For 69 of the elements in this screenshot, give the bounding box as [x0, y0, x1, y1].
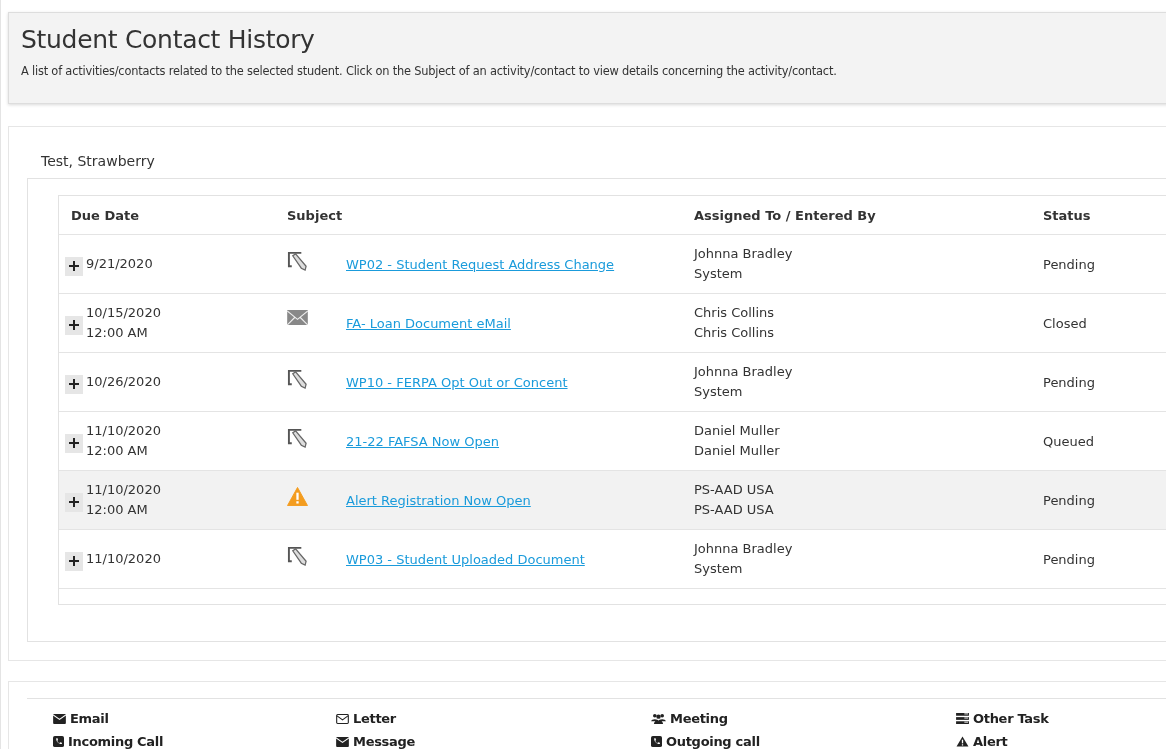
envelope-icon [53, 713, 66, 724]
due-time: 12:00 AM [86, 324, 149, 342]
assigned-to: Daniel Muller [694, 422, 781, 440]
status-text: Pending [1043, 492, 1095, 508]
due-time: 12:00 AM [86, 442, 149, 460]
plus-icon [68, 260, 80, 272]
entered-by: System [694, 560, 744, 578]
legend-label: Incoming Call [68, 734, 164, 749]
entered-by: System [694, 383, 744, 401]
expand-button[interactable] [65, 551, 83, 571]
expand-button[interactable] [65, 374, 83, 394]
expand-button[interactable] [65, 433, 83, 453]
due-date: 10/15/2020 [86, 304, 161, 322]
legend-label: Other Task [973, 711, 1049, 726]
plus-icon [68, 496, 80, 508]
expand-button[interactable] [65, 492, 83, 512]
legend-label: Alert [973, 734, 1008, 749]
list-icon [956, 713, 969, 724]
status-text: Closed [1043, 315, 1087, 331]
plus-icon [68, 378, 80, 390]
page-title: Student Contact History [21, 25, 316, 54]
table-row[interactable]: 10/26/2020 WP10 - FERPA Opt Out or Concent Johnna Bradley System Pending [59, 353, 1166, 412]
status-text: Pending [1043, 374, 1095, 390]
due-time: 12:00 AM [86, 501, 149, 519]
due-date: 11/10/2020 [86, 481, 161, 499]
table-row[interactable]: 9/21/2020 WP02 - Student Request Address Change Johnna Bradley System Pending [59, 235, 1166, 294]
status-text: Pending [1043, 551, 1095, 567]
table-row[interactable]: 11/10/2020 12:00 AM Alert Registration Now Open PS-AAD USA PS-AAD USA Pending [59, 471, 1166, 530]
plus-icon [68, 437, 80, 449]
due-date: 11/10/2020 [86, 550, 161, 568]
pencil-icon [287, 427, 308, 449]
page-description: A list of activities/contacts related to the selected student. Click on the Subject of an activity/contact to view details concerning the activity/contact. [21, 64, 838, 78]
status-text: Pending [1043, 256, 1095, 272]
due-date: 9/21/2020 [86, 255, 153, 273]
table-row[interactable]: 10/15/2020 12:00 AM FA- Loan Document eMail Chris Collins Chris Collins Closed [59, 294, 1166, 353]
column-header: Status [1043, 207, 1091, 223]
plus-icon [68, 319, 80, 331]
envelope-icon [287, 309, 308, 325]
assigned-to: Johnna Bradley [694, 245, 794, 263]
entered-by: PS-AAD USA [694, 501, 775, 519]
column-header: Assigned To / Entered By [694, 207, 876, 223]
column-header: Due Date [71, 207, 139, 223]
expand-button[interactable] [65, 256, 83, 276]
people-icon [651, 713, 666, 724]
plus-icon [68, 555, 80, 567]
assigned-to: Johnna Bradley [694, 540, 794, 558]
status-text: Queued [1043, 433, 1094, 449]
legend-label: Email [70, 711, 109, 726]
warning-icon [287, 486, 308, 506]
entered-by: System [694, 265, 744, 283]
column-header: Subject [287, 207, 343, 223]
assigned-to: PS-AAD USA [694, 481, 775, 499]
expand-button[interactable] [65, 315, 83, 335]
assigned-to: Chris Collins [694, 304, 776, 322]
entered-by: Chris Collins [694, 324, 776, 342]
pencil-icon [287, 250, 308, 272]
legend-label: Outgoing call [666, 734, 760, 749]
due-date: 10/26/2020 [86, 373, 161, 391]
student-name: Test, Strawberry [41, 153, 156, 169]
table-row[interactable]: 11/10/2020 WP03 - Student Uploaded Document Johnna Bradley System Pending [59, 530, 1166, 589]
entered-by: Daniel Muller [694, 442, 781, 460]
due-date: 11/10/2020 [86, 422, 161, 440]
pencil-icon [287, 368, 308, 390]
assigned-to: Johnna Bradley [694, 363, 794, 381]
legend-label: Message [353, 734, 416, 749]
legend-label: Meeting [670, 711, 728, 726]
envelope-icon [336, 713, 349, 724]
legend-label: Letter [353, 711, 396, 726]
pencil-icon [287, 545, 308, 567]
